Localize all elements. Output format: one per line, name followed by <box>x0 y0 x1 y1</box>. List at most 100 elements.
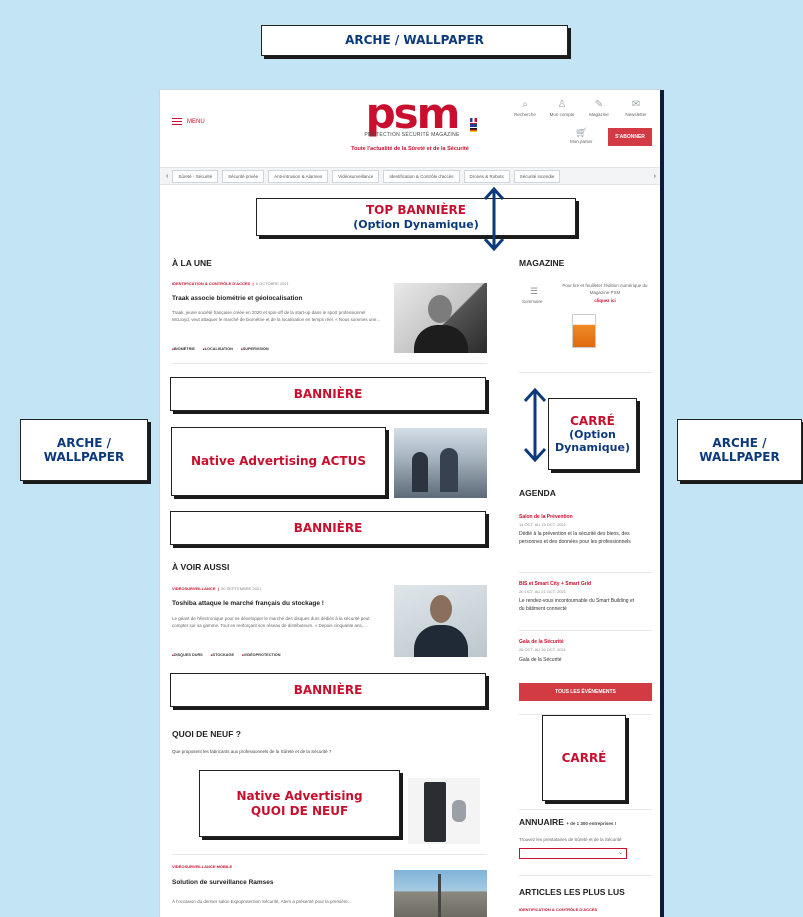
a-la-une-headline[interactable]: Traak associe biométrie et géolocalisati… <box>172 295 302 302</box>
carre-dyn-line1: CARRÉ <box>570 413 615 428</box>
sidebar-divider <box>519 809 652 810</box>
tab-videosurveillance[interactable]: Vidéosurveillance <box>332 169 380 183</box>
chevron-left-icon[interactable]: ‹ <box>166 173 168 180</box>
event-date: 20 OCT. AU 21 OCT. 2021 <box>519 589 566 594</box>
cart-label: Mon panier <box>570 139 593 144</box>
a-voir-headline[interactable]: Toshiba attaque le marché français du st… <box>172 600 324 607</box>
a-voir-photo[interactable] <box>394 585 487 657</box>
native-actus-photo[interactable] <box>394 428 487 498</box>
wallpaper-left-line2: WALLPAPER <box>43 450 125 464</box>
double-arrow-top-icon <box>483 186 505 252</box>
a-voir-meta: VIDÉOSURVEILLANCE | 30 SEPTEMBRE 2021 <box>172 586 262 591</box>
search-label: Recherche <box>514 112 536 117</box>
native-actus-callout: Native Advertising ACTUS <box>171 427 386 496</box>
menu-button[interactable]: MENU <box>172 118 205 125</box>
portrait-shape <box>428 295 452 323</box>
wallpaper-left-line1: ARCHE / <box>56 435 112 450</box>
tab-surete[interactable]: Sûreté - Sécurité <box>172 169 219 183</box>
tag-link[interactable]: STOCKAGE <box>211 653 234 657</box>
tag-link[interactable]: LOCALISATION <box>203 347 233 351</box>
plus-lus-category[interactable]: IDENTIFICATION & CONTRÔLE D'ACCÈS <box>519 907 597 912</box>
annuaire-text: Trouvez les prestataires de Sûreté et de… <box>519 837 622 842</box>
event-desc: Gala de la Sécurité <box>519 657 562 663</box>
banniere-label: BANNIÈRE <box>293 682 363 697</box>
carre-dyn-line2: (Option <box>569 428 616 441</box>
photo-shape <box>440 448 458 492</box>
native-quoi-line1: Native Advertising <box>236 789 363 804</box>
portrait-shape <box>414 325 468 353</box>
sommaire-label[interactable]: Sommaire <box>522 298 543 305</box>
a-la-une-tags: BIOMÉTRIE LOCALISATION SUPERVISION <box>172 347 269 351</box>
hamburger-icon <box>172 118 182 125</box>
flag-uk-icon[interactable] <box>470 123 477 127</box>
section-divider <box>172 363 487 364</box>
a-voir-date: 30 SEPTEMBRE 2021 <box>221 586 262 591</box>
search-link[interactable]: ⌕ Recherche <box>508 98 542 117</box>
event-date: 14 OCT. AU 15 OCT. 2021 <box>519 522 566 527</box>
product-shape <box>452 800 466 822</box>
all-events-button[interactable]: TOUS LES ÉVÈNEMENTS <box>519 683 652 701</box>
a-voir-category[interactable]: VIDÉOSURVEILLANCE <box>172 586 216 591</box>
sidebar-divider <box>519 875 652 876</box>
flag-fr-icon[interactable] <box>470 118 477 122</box>
event-name[interactable]: Salon de la Prévention <box>519 514 573 520</box>
site-tagline: Toute l'actualité de la Sûreté et de la … <box>351 146 469 152</box>
ramses-photo[interactable] <box>394 870 487 917</box>
native-actus-label: Native Advertising ACTUS <box>191 454 366 469</box>
site-header: MENU psm PROTECTION SÉCURITÉ MAGAZINE To… <box>160 90 660 162</box>
agenda-title: AGENDA <box>519 488 556 498</box>
banniere-label: BANNIÈRE <box>293 386 363 401</box>
tag-link[interactable]: DISQUES DURS <box>172 653 203 657</box>
subscribe-button[interactable]: S'ABONNER <box>608 128 652 146</box>
double-arrow-carre-icon <box>523 387 547 463</box>
a-la-une-title: À LA UNE <box>172 258 212 268</box>
banniere-callout-2: BANNIÈRE <box>170 511 486 545</box>
tab-securite-privee[interactable]: Sécurité privée <box>222 169 265 183</box>
chevron-right-icon[interactable]: › <box>651 172 656 180</box>
portrait-shape <box>430 595 452 623</box>
site-logo[interactable]: psm PROTECTION SÉCURITÉ MAGAZINE <box>347 93 477 139</box>
tab-incendie[interactable]: Sécurité incendie <box>513 169 561 183</box>
event-name[interactable]: Gala de la Sécurité <box>519 639 564 645</box>
tab-anti-intrusion[interactable]: Anti-intrusion & Alarmes <box>268 169 329 183</box>
event-desc: Le rendez-vous incontournable du Smart B… <box>519 598 635 612</box>
quoi-de-neuf-category[interactable]: VIDÉOSURVEILLANCE MOBILE <box>172 864 232 869</box>
wallpaper-right-line2: WALLPAPER <box>699 450 780 464</box>
magazine-text: Pour lire et feuilleter l'édition numéri… <box>562 283 648 295</box>
magazine-cover[interactable] <box>572 314 596 348</box>
wallpaper-right-callout: ARCHE / WALLPAPER <box>677 419 802 481</box>
tag-link[interactable]: SUPERVISION <box>241 347 269 351</box>
tag-link[interactable]: BIOMÉTRIE <box>172 347 195 351</box>
flag-de-icon[interactable] <box>470 128 477 132</box>
a-la-une-photo[interactable] <box>394 283 487 353</box>
product-shape <box>424 782 446 842</box>
cart-link[interactable]: 🛒︎ Mon panier <box>570 128 593 144</box>
magazine-link[interactable]: ✎ Magazine <box>582 98 616 117</box>
newsletter-icon: ✉ <box>631 99 641 110</box>
magazine-link[interactable]: cliquez ici <box>558 297 652 304</box>
sommaire-icon[interactable]: ☰ <box>530 286 538 297</box>
section-divider <box>172 854 487 855</box>
a-la-une-excerpt: Traak, jeune société française créée en … <box>172 310 381 322</box>
tab-drones[interactable]: Drones & Robots <box>463 169 510 183</box>
carre-dyn-callout: CARRÉ (Option Dynamique) <box>548 398 637 470</box>
language-flags[interactable] <box>470 118 477 132</box>
sidebar-divider <box>519 372 652 373</box>
tag-link[interactable]: VIDÉOPROTECTION <box>242 653 281 657</box>
chevron-down-icon: ⌄ <box>617 850 623 856</box>
banniere-callout-3: BANNIÈRE <box>170 673 486 707</box>
wallpaper-top-label: ARCHE / WALLPAPER <box>345 33 484 48</box>
account-link[interactable]: ♙ Mon compte <box>545 98 579 117</box>
event-name[interactable]: BIS et Smart City + Smart Grid <box>519 581 591 587</box>
quoi-de-neuf-headline[interactable]: Solution de surveillance Ramses <box>172 879 274 886</box>
magazine-label: Magazine <box>589 112 609 117</box>
annuaire-select[interactable]: ⌄ <box>519 848 627 859</box>
annuaire-title: ANNUAIRE + de 1 300 entreprises ! <box>519 817 616 827</box>
sidebar-divider <box>519 572 652 573</box>
tab-identification[interactable]: Identification & Contrôle d'accès <box>383 169 460 183</box>
a-voir-tags: DISQUES DURS STOCKAGE VIDÉOPROTECTION <box>172 653 281 657</box>
a-la-une-category[interactable]: IDENTIFICATION & CONTRÔLE D'ACCÈS <box>172 281 250 286</box>
newsletter-link[interactable]: ✉ Newsletter <box>619 98 653 117</box>
top-banner-line2: (Option Dynamique) <box>353 217 479 231</box>
quoi-de-neuf-photo[interactable] <box>408 778 480 844</box>
